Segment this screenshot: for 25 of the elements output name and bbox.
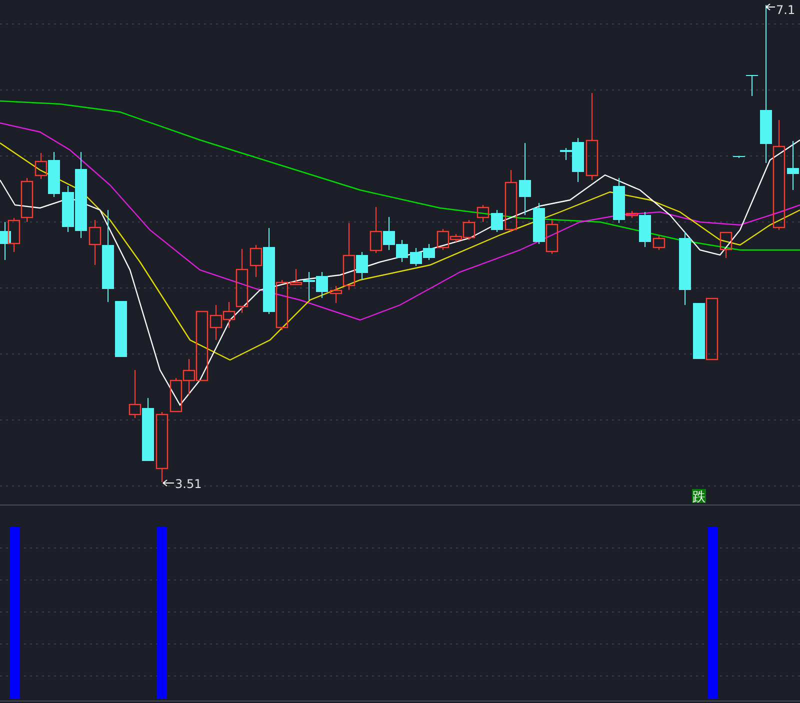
candlestick <box>787 140 799 190</box>
candlestick <box>8 218 20 252</box>
candlestick <box>423 244 435 260</box>
candlestick <box>546 220 558 254</box>
candlestick <box>533 202 545 244</box>
candlestick <box>720 232 732 258</box>
candlestick <box>504 170 518 232</box>
leader-line <box>766 4 776 10</box>
candlestick <box>491 210 503 232</box>
candlestick <box>733 156 745 158</box>
leader-line <box>162 480 174 486</box>
candlestick <box>693 302 705 360</box>
candlestick <box>706 298 718 360</box>
candlestick <box>410 248 422 266</box>
candlestick <box>746 74 758 96</box>
candlestick <box>0 222 11 260</box>
candlestick <box>142 398 154 462</box>
low-price-label: 3.51 <box>175 477 202 491</box>
high-price-label: 7.1 <box>776 3 796 17</box>
candlestick <box>128 370 142 418</box>
signal-label: 跌 <box>692 489 706 505</box>
candlestick <box>370 206 382 254</box>
candlestick <box>652 236 666 250</box>
candlestick <box>476 204 490 222</box>
candlestick <box>316 272 328 298</box>
